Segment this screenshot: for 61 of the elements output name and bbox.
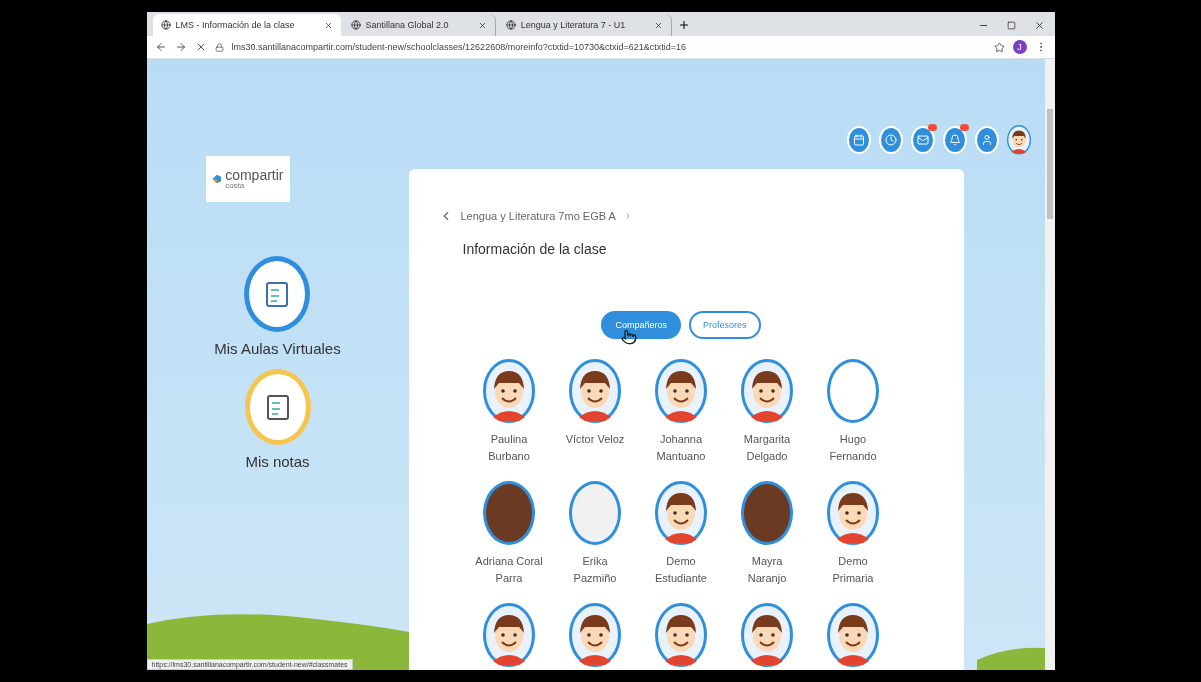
student-name: Hugo Fernando (828, 432, 878, 464)
breadcrumb-link[interactable]: Lengua y Literatura 7mo EGB A (438, 209, 964, 223)
person-icon (980, 134, 993, 146)
cartoon-avatar (569, 603, 621, 667)
lock-icon (214, 42, 224, 52)
browser-tab[interactable]: LMS - Información de la clase (152, 14, 341, 36)
cartoon-avatar (655, 359, 707, 423)
cartoon-avatar (655, 481, 707, 545)
cartoon-avatar (483, 359, 535, 423)
student-name: Demo Primaria (831, 554, 875, 586)
cartoon-avatar (483, 603, 535, 667)
photo-placeholder (741, 481, 793, 545)
forward-icon[interactable] (174, 41, 187, 53)
person-button[interactable] (974, 126, 999, 154)
cartoon-avatar (655, 603, 707, 667)
student-name: Mayra Naranjo (746, 554, 788, 586)
logo[interactable]: compartir costa (205, 156, 290, 202)
profile-avatar[interactable]: J (1012, 40, 1027, 54)
favicon-icon (160, 20, 171, 30)
sidebar-item[interactable]: Mis notas (244, 369, 311, 470)
bookmark-star-icon[interactable] (993, 41, 1005, 53)
clock-button[interactable] (878, 126, 903, 154)
sidebar-item[interactable]: Mis Aulas Virtuales (214, 256, 341, 357)
favicon-icon (350, 20, 361, 30)
cartoon-avatar (569, 359, 621, 423)
student-name: Erika Pazmiño (572, 554, 618, 586)
student-name: Demo Estudiante (654, 554, 708, 586)
clipboard-icon (265, 393, 290, 421)
cartoon-avatar (827, 603, 879, 667)
new-tab-icon[interactable] (678, 19, 691, 31)
cartoon-avatar (827, 481, 879, 545)
student-name: Adriana Coral Parra (474, 554, 544, 586)
photo-placeholder (483, 481, 535, 545)
clock-icon (884, 134, 897, 146)
student-name: Víctor Veloz (564, 432, 626, 447)
close-icon[interactable] (1033, 20, 1045, 31)
mail-button[interactable] (910, 126, 935, 154)
close-icon[interactable] (654, 20, 664, 30)
back-icon[interactable] (154, 41, 167, 53)
empty-avatar (827, 359, 879, 423)
cartoon-avatar (741, 359, 793, 423)
bell-icon (948, 134, 961, 146)
mail-icon (916, 134, 929, 146)
cartoon-avatar (741, 603, 793, 667)
favicon-icon (505, 20, 516, 30)
picture-placeholder (569, 481, 621, 545)
close-icon[interactable] (477, 20, 487, 30)
close-icon[interactable] (323, 20, 333, 30)
hill-drawing (976, 646, 1045, 670)
student-name: Paulina Burbano (487, 432, 531, 464)
calendar-button[interactable] (846, 126, 871, 154)
bell-button[interactable] (942, 126, 967, 154)
hand-cursor-icon (620, 329, 637, 345)
student-name: Johanna Mantuano (655, 432, 707, 464)
student-name: Margarita Delgado (742, 432, 792, 464)
scrollbar[interactable] (1044, 59, 1055, 670)
page-title: Información de la clase (462, 241, 608, 257)
toggle-tab[interactable]: Profesores (689, 311, 761, 339)
calendar-icon (852, 134, 865, 146)
address-field[interactable]: lms30.santillanacompartir.com/student-new/schoolclasses/12622608/moreinfo?ctxtid=10730&ctxid=621&ctxtid=16 (231, 42, 986, 52)
maximize-icon[interactable] (1006, 21, 1016, 30)
